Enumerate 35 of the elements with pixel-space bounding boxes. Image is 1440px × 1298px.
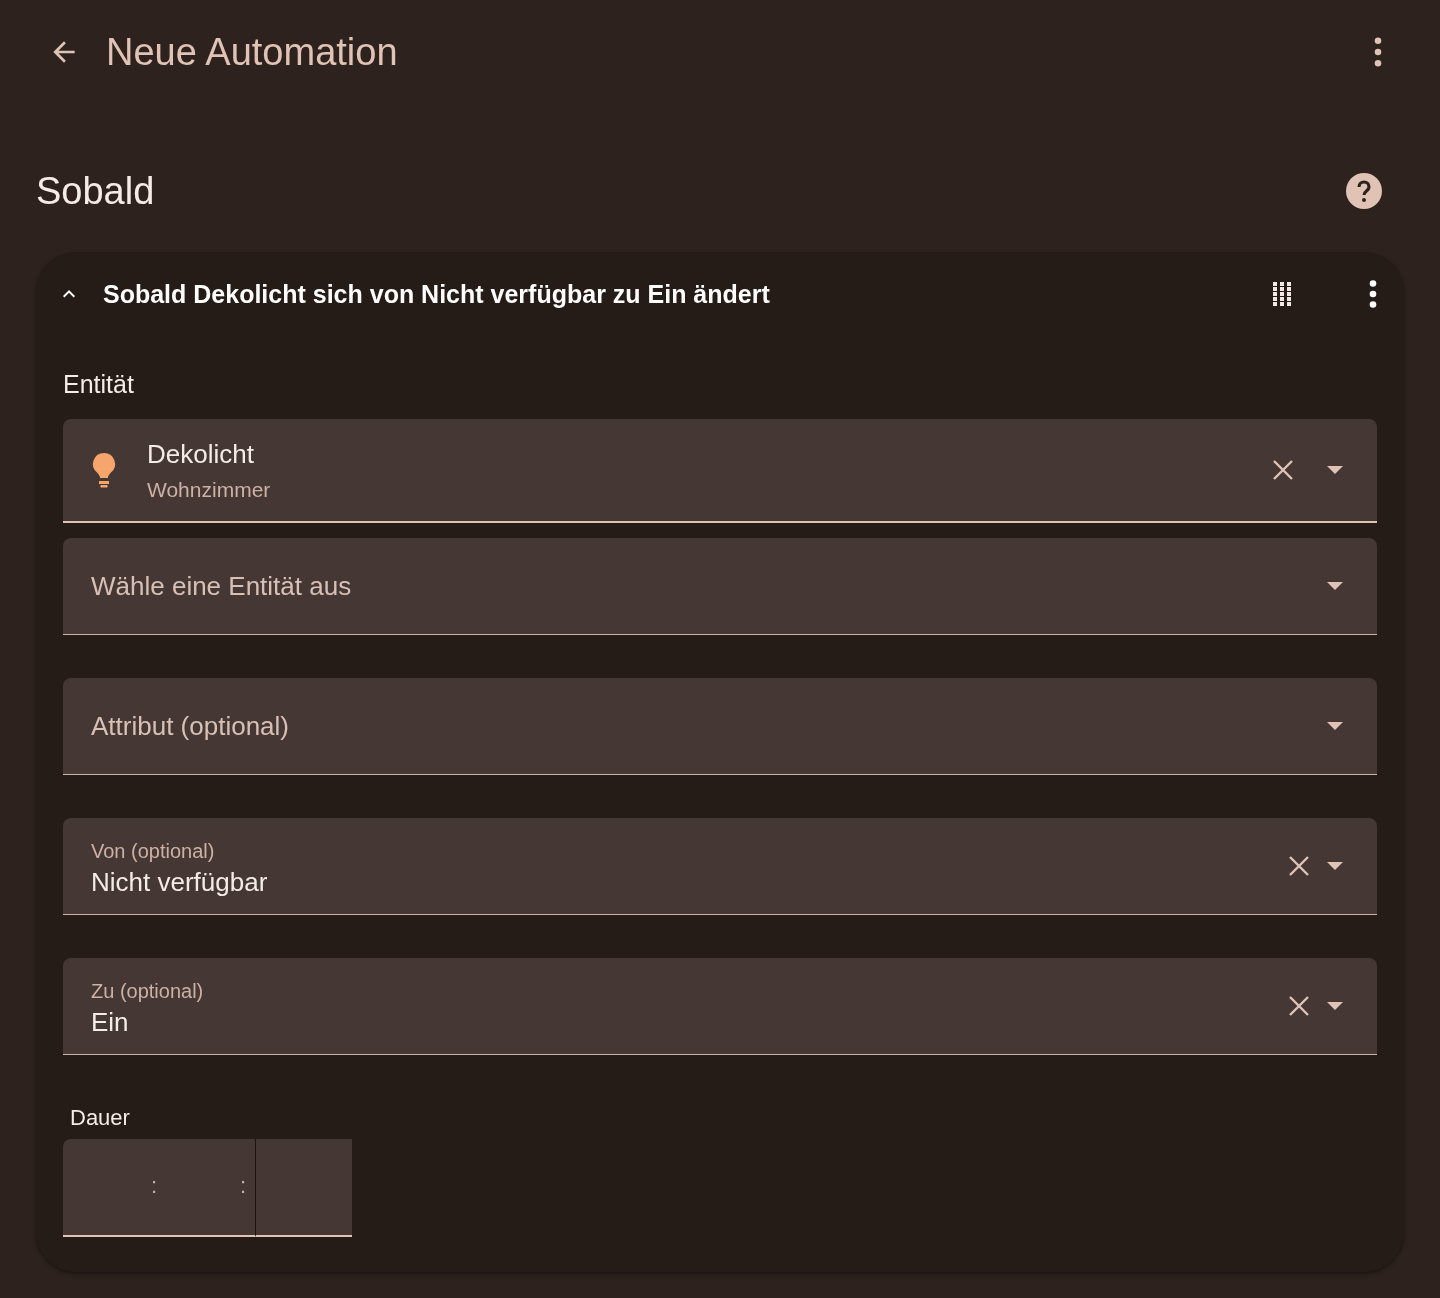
dropdown-caret-icon[interactable] [1327, 862, 1343, 870]
clear-icon[interactable] [1287, 994, 1311, 1018]
clear-icon[interactable] [1287, 854, 1311, 878]
time-separator: : [151, 1173, 158, 1199]
dropdown-caret-icon[interactable] [1327, 722, 1343, 730]
duration-label: Dauer [70, 1105, 131, 1131]
time-separator: : [240, 1173, 247, 1199]
select-field[interactable]: Wähle eine Entität aus [63, 538, 1377, 635]
lightbulb-icon [91, 452, 117, 488]
field-label: Entität [63, 370, 135, 399]
clear-icon[interactable] [1271, 458, 1295, 482]
duration-input[interactable]: : : [63, 1139, 256, 1237]
select-field[interactable]: Zu (optional) Ein [63, 958, 1377, 1055]
field-value: Ein [91, 1007, 130, 1038]
field-label: Zu (optional) [91, 980, 205, 1003]
entity-picker[interactable]: Dekolicht Wohnzimmer [63, 419, 1377, 523]
dropdown-caret-icon[interactable] [1327, 466, 1343, 474]
help-icon[interactable] [1346, 173, 1382, 209]
entity-name: Dekolicht [147, 438, 255, 470]
field-placeholder: Wähle eine Entität aus [91, 570, 353, 602]
dropdown-caret-icon[interactable] [1327, 582, 1343, 590]
trigger-title: Sobald Dekolicht sich von Nicht verfügbar zu Ein ändert [103, 279, 771, 309]
section-title: Sobald [36, 169, 155, 213]
select-field[interactable]: Von (optional) Nicht verfügbar [63, 818, 1377, 915]
more-options-icon[interactable] [1369, 280, 1377, 308]
duration-unit-field[interactable] [256, 1139, 352, 1237]
dropdown-caret-icon[interactable] [1327, 1002, 1343, 1010]
field-label: Von (optional) [91, 840, 216, 863]
select-field[interactable]: Attribut (optional) [63, 678, 1377, 775]
entity-area: Wohnzimmer [147, 477, 1271, 502]
page-title: Neue Automation [106, 30, 399, 74]
drag-handle-icon[interactable] [1273, 282, 1291, 306]
field-value: Nicht verfügbar [91, 867, 269, 898]
field-placeholder: Attribut (optional) [91, 710, 290, 742]
more-options-icon[interactable] [1374, 37, 1382, 67]
